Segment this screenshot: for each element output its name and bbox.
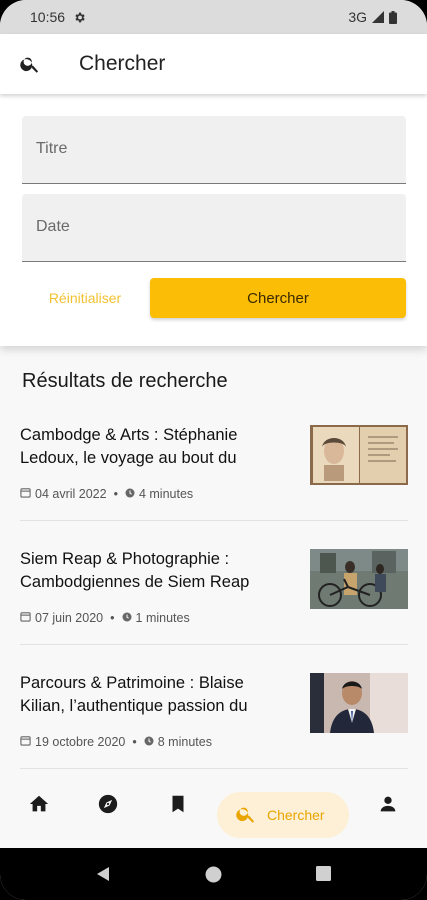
settings-icon: [73, 11, 86, 24]
result-meta: 07 juin 2020 • 1 minutes: [20, 611, 190, 625]
title-field[interactable]: Titre: [22, 116, 406, 184]
nav-search[interactable]: Chercher: [217, 792, 349, 838]
divider: [20, 768, 408, 769]
bottom-navigation: Chercher: [0, 778, 427, 848]
signal-icon: [372, 11, 384, 23]
account-icon: [377, 793, 399, 820]
calendar-icon: [20, 487, 31, 501]
calendar-icon: [20, 611, 31, 625]
search-icon[interactable]: [19, 53, 41, 80]
bookmark-icon: [167, 793, 189, 820]
divider: [20, 644, 408, 645]
date-field-placeholder: Date: [36, 218, 70, 235]
clock-icon: [144, 735, 154, 749]
phone-screen: 10:56 3G Chercher Titre Date Réinitialis…: [0, 0, 427, 900]
result-thumbnail: [310, 673, 408, 733]
back-icon[interactable]: [95, 866, 111, 887]
results-heading: Résultats de recherche: [22, 370, 228, 392]
result-duration: 4 minutes: [138, 487, 194, 501]
search-button[interactable]: Chercher: [150, 278, 406, 318]
home-button-icon[interactable]: [205, 866, 222, 888]
network-label: 3G: [348, 9, 367, 25]
title-field-placeholder: Titre: [36, 140, 68, 157]
meta-separator: •: [113, 487, 118, 501]
result-title: Cambodge & Arts : Stéphanie Ledoux, le v…: [20, 426, 238, 467]
result-date: 04 avril 2022: [35, 487, 107, 501]
nav-home[interactable]: [28, 793, 50, 820]
calendar-icon: [20, 735, 31, 749]
nav-bookmarks[interactable]: [167, 793, 189, 820]
result-duration: 8 minutes: [157, 735, 212, 749]
result-title: Parcours & Patrimoine : Blaise Kilian, l…: [20, 674, 248, 715]
meta-separator: •: [110, 611, 115, 625]
result-meta: 04 avril 2022 • 4 minutes: [20, 487, 193, 501]
meta-separator: •: [132, 735, 137, 749]
result-date: 07 juin 2020: [35, 611, 104, 625]
clock-icon: [125, 487, 135, 501]
result-title: Siem Reap & Photographie : Cambodgiennes…: [20, 550, 250, 591]
status-time: 10:56: [30, 9, 66, 25]
recents-icon[interactable]: [316, 866, 331, 886]
system-navigation-bar: [0, 848, 427, 900]
status-bar: 10:56 3G: [0, 0, 427, 34]
reset-button[interactable]: Réinitialiser: [30, 278, 140, 318]
result-duration: 1 minutes: [135, 611, 190, 625]
explore-icon: [97, 793, 119, 820]
result-item[interactable]: Cambodge & Arts : Stéphanie Ledoux, le v…: [20, 424, 408, 548]
result-thumbnail: [310, 549, 408, 609]
search-form: Titre Date Réinitialiser Chercher: [0, 94, 427, 346]
nav-explore[interactable]: [97, 793, 119, 820]
clock-icon: [122, 611, 132, 625]
nav-search-label: Chercher: [267, 807, 325, 823]
date-field[interactable]: Date: [22, 194, 406, 262]
battery-icon: [389, 10, 397, 24]
divider: [20, 520, 408, 521]
result-item[interactable]: Siem Reap & Photographie : Cambodgiennes…: [20, 548, 408, 672]
page-title: Chercher: [79, 52, 166, 75]
result-date: 19 octobre 2020: [35, 735, 126, 749]
nav-account[interactable]: [377, 793, 399, 820]
search-icon: [235, 803, 257, 828]
result-thumbnail: [310, 425, 408, 485]
app-bar: Chercher: [0, 34, 427, 94]
home-icon: [28, 793, 50, 820]
result-meta: 19 octobre 2020 • 8 minutes: [20, 735, 212, 749]
